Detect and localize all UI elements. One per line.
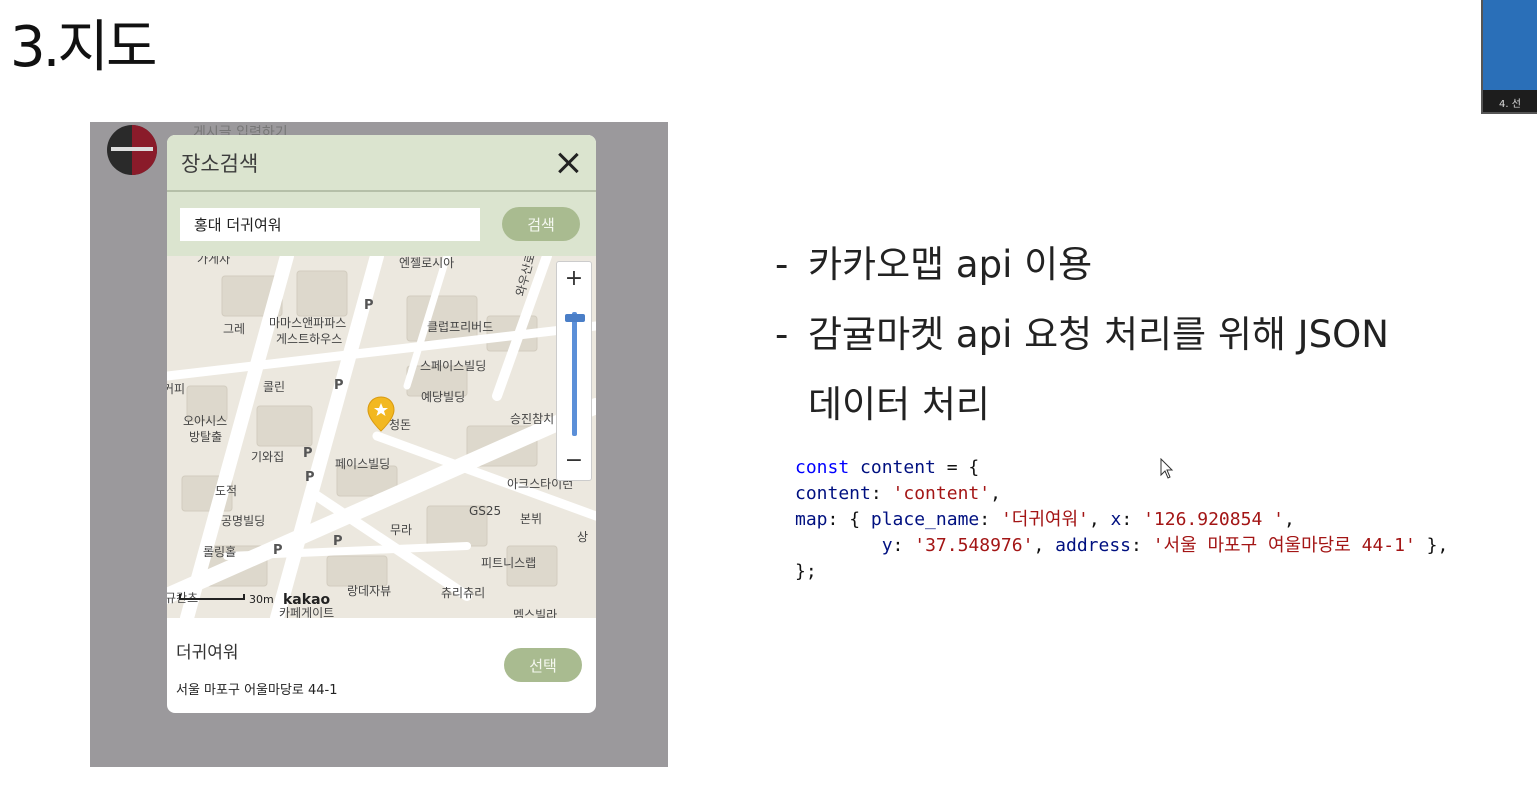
search-bar: 검색 xyxy=(167,192,596,256)
map-label: 공명빌딩 xyxy=(221,514,266,528)
map-label: 무라 xyxy=(390,523,413,537)
map-label: GS25 xyxy=(469,504,502,518)
code-key: x xyxy=(1110,509,1122,530)
kakao-logo: kakao xyxy=(283,592,331,608)
code-string: '더귀여워' xyxy=(1000,509,1089,530)
selected-place: 더귀여워 서울 마포구 어울마당로 44-1 선택 xyxy=(167,618,596,713)
map-label: 클럽프리버드 xyxy=(427,320,494,334)
map-label: 본뷔 xyxy=(520,512,543,526)
map-scale-label: 30m xyxy=(249,593,274,606)
place-marker-icon[interactable] xyxy=(366,396,396,432)
close-icon[interactable] xyxy=(556,151,580,175)
parking-icon: P xyxy=(364,298,374,313)
code-string: '서울 마포구 여울마당로 44-1' xyxy=(1152,535,1416,556)
code-keyword: const xyxy=(795,457,850,478)
kakao-map[interactable]: 가게자 엔젤로시아 그레 마마스앤파파스 게스트하우스 클럽프리버드 스페이스빌… xyxy=(167,256,596,618)
parking-icon: P xyxy=(273,543,283,558)
bullet-item: - 감귤마켓 api 요청 처리를 위해 JSON 데이터 처리 xyxy=(775,300,1389,440)
bullet-item: - 카카오맵 api 이용 xyxy=(775,230,1389,300)
bullet-list: - 카카오맵 api 이용 - 감귤마켓 api 요청 처리를 위해 JSON … xyxy=(775,230,1389,440)
profile-avatar xyxy=(107,125,157,175)
code-key: content xyxy=(795,483,871,504)
map-label: 페이스빌딩 xyxy=(335,457,391,471)
map-label: 커피 xyxy=(167,382,186,396)
code-snippet: const content = { content: 'content', ma… xyxy=(795,457,1449,582)
map-label: 멤스빌라 xyxy=(513,608,558,618)
parking-icon: P xyxy=(305,470,315,485)
code-key: place_name xyxy=(870,509,980,530)
video-thumbnail[interactable]: 4. 선 xyxy=(1481,0,1537,114)
map-label: 게스트하우스 xyxy=(276,332,343,346)
slide-title: 3.지도 xyxy=(10,15,157,80)
code-key: map xyxy=(795,509,828,530)
code-key: y xyxy=(881,535,893,556)
map-label: 마마스앤파파스 xyxy=(269,316,347,330)
place-search-modal: 장소검색 검색 xyxy=(167,135,596,713)
map-label: 랑데자뷰 xyxy=(347,584,392,598)
parking-icon: P xyxy=(303,446,313,461)
modal-header: 장소검색 xyxy=(167,135,596,192)
thumbnail-label: 4. 선 xyxy=(1483,90,1537,112)
select-button[interactable]: 선택 xyxy=(504,648,582,682)
map-scale-bar xyxy=(179,594,245,600)
map-label: 츄리츄리 xyxy=(441,586,486,600)
bullet-dash: - xyxy=(775,313,789,356)
map-label: 엔젤로시아 xyxy=(399,256,455,270)
zoom-in-button[interactable]: + xyxy=(557,264,591,294)
zoom-out-button[interactable]: − xyxy=(557,446,591,476)
bullet-dash: - xyxy=(775,243,789,286)
search-button[interactable]: 검색 xyxy=(502,207,580,241)
zoom-slider-handle[interactable] xyxy=(565,314,585,322)
map-label: 스페이스빌딩 xyxy=(420,359,487,373)
parking-icon: P xyxy=(333,534,343,549)
app-screenshot: 게시글 입력하기 장소검색 검색 xyxy=(90,122,668,767)
map-label: 도적 xyxy=(215,484,238,498)
bullet-text: 카카오맵 api 이용 xyxy=(808,243,1093,286)
map-label: 콜린 xyxy=(263,380,286,394)
search-input[interactable] xyxy=(180,207,480,241)
code-string: 'content' xyxy=(892,483,991,504)
mouse-cursor-icon xyxy=(1160,458,1174,479)
code-string: '126.920854 ' xyxy=(1143,509,1284,530)
map-label: 승진참치 xyxy=(510,412,555,426)
map-label: 롤링홀 xyxy=(203,545,237,559)
map-label: 예당빌딩 xyxy=(421,390,466,404)
code-string: '37.548976' xyxy=(914,535,1034,556)
zoom-control: + − xyxy=(556,261,592,481)
map-label: 오아시스 xyxy=(183,414,228,428)
code-key: address xyxy=(1055,535,1131,556)
modal-title: 장소검색 xyxy=(181,151,259,176)
code-text: = { xyxy=(935,457,980,478)
code-variable: content xyxy=(860,457,936,478)
zoom-slider-track[interactable] xyxy=(572,312,577,436)
bullet-text: 감귤마켓 api 요청 처리를 위해 JSON xyxy=(808,313,1389,356)
map-label: 가게자 xyxy=(197,256,231,266)
bullet-text-continued: 데이터 처리 xyxy=(808,383,990,426)
map-label: 그레 xyxy=(223,322,246,336)
code-text: }; xyxy=(795,561,817,582)
map-label: 방탈출 xyxy=(189,430,223,444)
parking-icon: P xyxy=(334,378,344,393)
map-label: 상 xyxy=(577,530,589,544)
map-label: 기와집 xyxy=(251,450,285,464)
map-label: 피트니스랩 xyxy=(481,556,537,570)
